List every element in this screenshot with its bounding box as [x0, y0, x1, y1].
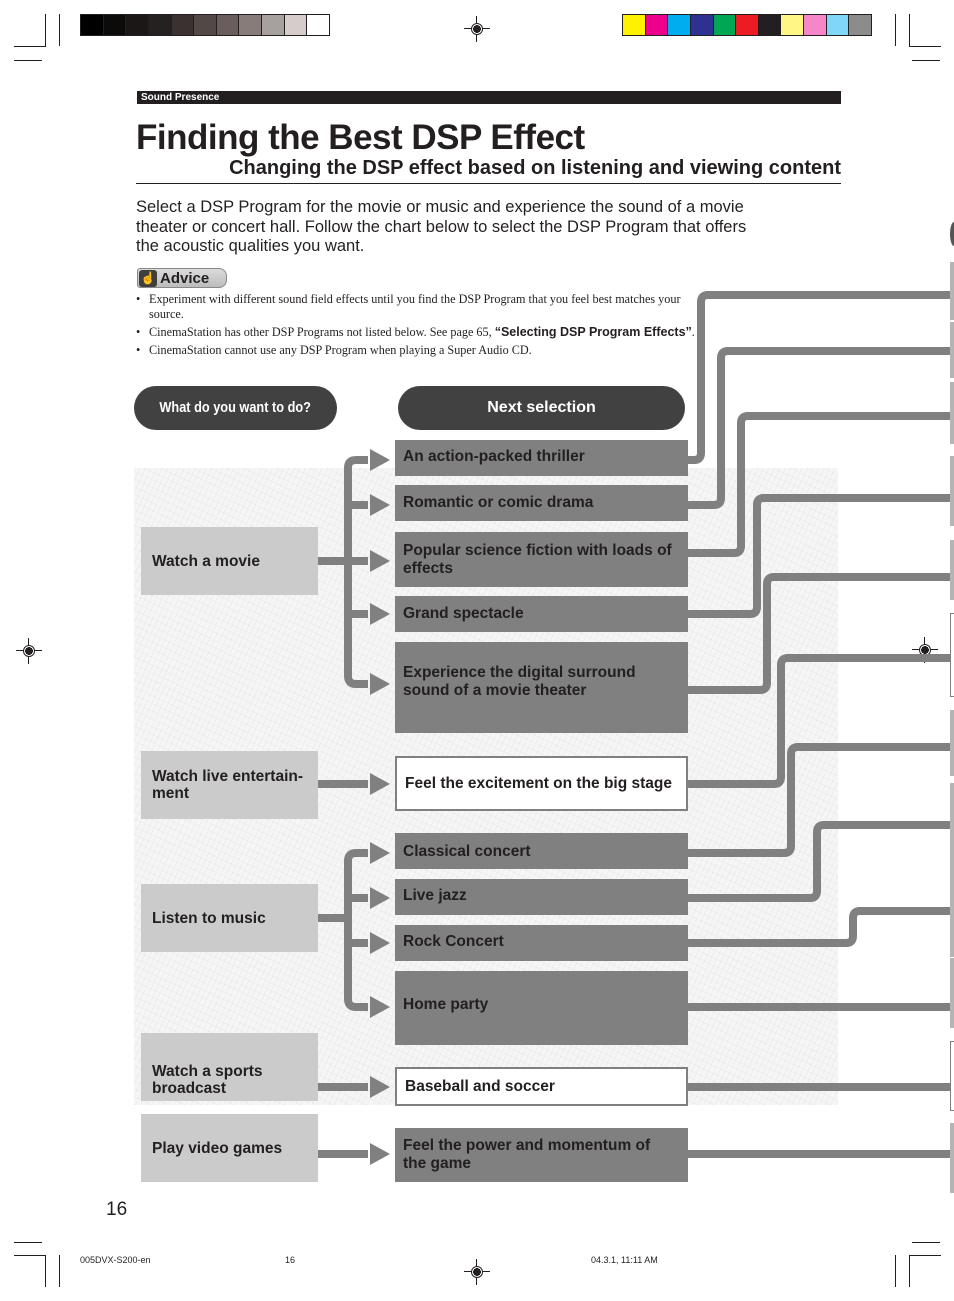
dsp-program-tab[interactable]: [950, 456, 954, 526]
page-title: Finding the Best DSP Effect: [136, 118, 585, 157]
grayscale-swatch: [194, 15, 216, 35]
dsp-program-tab[interactable]: [950, 613, 954, 697]
registration-mark-icon: [464, 1259, 490, 1285]
crop-mark: [59, 1255, 60, 1287]
crop-mark: [45, 14, 46, 46]
category-watch-live-entertainment[interactable]: Watch live entertain-ment: [141, 751, 318, 819]
dsp-program-tab[interactable]: [950, 958, 954, 1028]
footer-timestamp: 04.3.1, 11:11 AM: [591, 1255, 658, 1265]
category-watch-sports[interactable]: Watch a sports broadcast: [141, 1033, 318, 1101]
dsp-program-tab[interactable]: [950, 710, 954, 776]
option-live-jazz[interactable]: Live jazz: [395, 879, 688, 915]
option-baseball-soccer[interactable]: Baseball and soccer: [395, 1067, 688, 1106]
column-header-what-to-do: What do you want to do?: [134, 386, 337, 430]
crop-mark: [909, 1255, 910, 1287]
section-header-bar: Sound Presence: [137, 91, 841, 104]
option-game-momentum[interactable]: Feel the power and momentum of the game: [395, 1128, 688, 1182]
color-swatch: [781, 15, 804, 35]
dsp-program-tab[interactable]: [950, 783, 954, 871]
color-swatch: [690, 15, 713, 35]
registration-mark-icon: [16, 638, 42, 664]
color-calibration-bar: [622, 14, 872, 36]
category-listen-music[interactable]: Listen to music: [141, 884, 318, 952]
color-swatch: [804, 15, 826, 35]
color-swatch: [826, 15, 849, 35]
crop-mark: [14, 60, 42, 61]
grayscale-swatch: [126, 15, 148, 35]
crop-mark: [912, 1242, 940, 1243]
intro-paragraph: Select a DSP Program for the movie or mu…: [136, 198, 747, 255]
crop-mark: [909, 46, 941, 47]
grayscale-swatch: [171, 15, 194, 35]
registration-mark-icon: [464, 16, 490, 42]
arrow-head-icon: [370, 1143, 390, 1165]
crop-mark: [14, 1242, 42, 1243]
page-subtitle: Changing the DSP effect based on listeni…: [136, 157, 841, 184]
grayscale-swatch: [148, 15, 171, 35]
grayscale-swatch: [103, 15, 126, 35]
column-header-next-selection: Next selection: [398, 386, 685, 430]
advice-label: Advice: [160, 270, 210, 287]
option-romantic-comic-drama[interactable]: Romantic or comic drama: [395, 485, 688, 521]
option-rock-concert[interactable]: Rock Concert: [395, 925, 688, 961]
color-swatch: [623, 15, 645, 35]
option-action-thriller[interactable]: An action-packed thriller: [395, 440, 688, 476]
color-swatch: [849, 15, 872, 35]
crop-mark: [912, 60, 940, 61]
color-swatch: [758, 15, 781, 35]
dsp-program-tab[interactable]: [950, 382, 954, 444]
advice-item: Experiment with different sound field ef…: [136, 292, 696, 322]
option-big-stage[interactable]: Feel the excitement on the big stage: [395, 756, 688, 811]
grayscale-swatch: [81, 15, 103, 35]
dsp-program-tab[interactable]: [950, 322, 954, 378]
crop-mark: [59, 14, 60, 46]
advice-list: Experiment with different sound field ef…: [136, 292, 696, 361]
color-swatch: [668, 15, 690, 35]
dsp-program-tab[interactable]: [950, 262, 954, 320]
dsp-program-tab[interactable]: [950, 1123, 954, 1193]
footer-file-name: 005DVX-S200-en: [80, 1255, 151, 1265]
color-swatch: [713, 15, 736, 35]
option-grand-spectacle[interactable]: Grand spectacle: [395, 596, 688, 632]
dsp-program-tab[interactable]: [950, 540, 954, 600]
crop-mark: [895, 1255, 896, 1287]
option-classical-concert[interactable]: Classical concert: [395, 833, 688, 869]
grayscale-calibration-bar: [80, 14, 330, 36]
dsp-program-tab[interactable]: [950, 871, 954, 957]
dsp-program-tab[interactable]: [950, 1041, 954, 1111]
category-watch-movie[interactable]: Watch a movie: [141, 527, 318, 595]
page-number: 16: [106, 1199, 128, 1220]
advice-item: CinemaStation has other DSP Programs not…: [136, 325, 696, 340]
advice-item: CinemaStation cannot use any DSP Program…: [136, 343, 696, 358]
grayscale-swatch: [284, 15, 307, 35]
page-edge-tab-icon: [950, 222, 954, 246]
color-swatch: [645, 15, 668, 35]
option-home-party[interactable]: Home party: [395, 971, 688, 1045]
crop-mark: [909, 14, 910, 46]
registration-mark-icon: [912, 637, 938, 663]
option-digital-surround[interactable]: Experience the digital surround sound of…: [395, 642, 688, 733]
option-science-fiction[interactable]: Popular science fiction with loads of ef…: [395, 532, 688, 587]
grayscale-swatch: [239, 15, 262, 35]
crop-mark: [909, 1255, 941, 1256]
grayscale-swatch: [307, 15, 330, 35]
footer-sheet-number: 16: [285, 1255, 296, 1265]
crop-mark: [895, 14, 896, 46]
category-play-games[interactable]: Play video games: [141, 1114, 318, 1182]
color-swatch: [736, 15, 758, 35]
crop-mark: [14, 46, 46, 47]
grayscale-swatch: [262, 15, 284, 35]
crop-mark: [14, 1255, 46, 1256]
route-line: [688, 291, 950, 464]
advice-badge: ☝ Advice: [137, 268, 227, 288]
crop-mark: [45, 1255, 46, 1287]
grayscale-swatch: [216, 15, 239, 35]
page-reference-link[interactable]: “Selecting DSP Program Effects”: [495, 325, 692, 339]
pointing-hand-icon: ☝: [139, 270, 157, 287]
